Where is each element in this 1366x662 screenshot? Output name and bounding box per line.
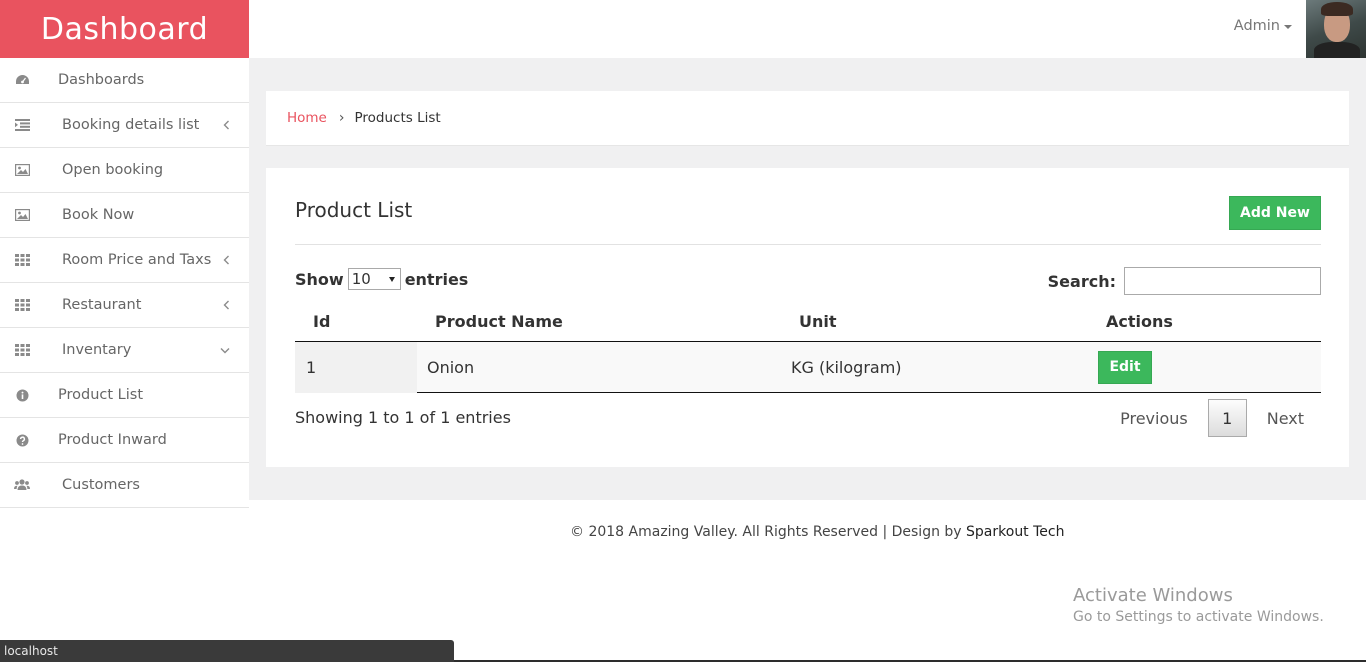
add-new-button[interactable]: Add New (1229, 196, 1321, 230)
product-list-card: Product List Add New Show 10 entries Sea… (266, 168, 1349, 467)
column-header-actions: Actions (1106, 312, 1173, 331)
sidebar-item-inventary[interactable]: Inventary (0, 328, 249, 373)
sidebar-item-product-inward[interactable]: Product Inward (0, 418, 249, 463)
edit-button[interactable]: Edit (1098, 350, 1152, 384)
sidebar-item-customers[interactable]: Customers (0, 463, 249, 508)
column-header-product-name[interactable]: Product Name (417, 312, 781, 331)
cell-product-name: Onion (427, 357, 475, 377)
chevron-down-icon (219, 343, 231, 357)
sidebar-item-booking-details-list[interactable]: Booking details list (0, 103, 249, 148)
sidebar-item-product-list[interactable]: Product List (0, 373, 249, 418)
pagination: Previous 1 Next (1100, 399, 1321, 437)
sidebar-item-label: Product List (58, 387, 144, 403)
user-menu-label: Admin (1233, 18, 1280, 34)
chevron-left-icon (221, 253, 231, 267)
footer-link[interactable]: Sparkout Tech (966, 524, 1064, 540)
previous-page-button[interactable]: Previous (1100, 401, 1208, 436)
main-content: Home › Products List Product List Add Ne… (249, 58, 1366, 500)
footer-text: © 2018 Amazing Valley. All Rights Reserv… (570, 524, 967, 540)
status-bar-url: localhost (0, 640, 454, 662)
dropdown-arrow-icon (388, 277, 395, 282)
image-icon (14, 163, 30, 177)
entries-label: entries (404, 269, 469, 289)
users-icon (14, 478, 30, 492)
search-label: Search: (1047, 271, 1116, 291)
sidebar-item-label: Open booking (62, 162, 164, 178)
sidebar-item-label: Room Price and Taxs (62, 252, 212, 268)
breadcrumb-current: Products List (354, 110, 441, 126)
column-header-id[interactable]: Id (295, 312, 417, 331)
sidebar-item-dashboards[interactable]: Dashboards (0, 58, 249, 103)
products-table: Id Product Name Unit Actions 1 Onion KG … (295, 302, 1321, 393)
sidebar: Dashboard Dashboards Booking details lis… (0, 0, 249, 662)
user-menu-toggle[interactable]: Admin (1234, 18, 1292, 34)
avatar[interactable] (1306, 0, 1366, 58)
breadcrumb: Home › Products List (266, 91, 1349, 146)
sidebar-item-book-now[interactable]: Book Now (0, 193, 249, 238)
table-header: Id Product Name Unit Actions (295, 302, 1321, 342)
sidebar-item-label: Dashboards (58, 72, 145, 88)
entries-select-value: 10 (351, 270, 371, 288)
question-circle-icon (14, 433, 30, 447)
sidebar-item-restaurant[interactable]: Restaurant (0, 283, 249, 328)
sidebar-item-label: Product Inward (58, 432, 167, 448)
cell-actions: Edit (1088, 350, 1321, 384)
footer: © 2018 Amazing Valley. All Rights Reserv… (570, 524, 1064, 540)
breadcrumb-home-link[interactable]: Home (287, 110, 327, 126)
divider (295, 244, 1321, 245)
chevron-left-icon (221, 298, 231, 312)
search-control: Search: (1048, 267, 1321, 295)
grid-icon (14, 343, 30, 357)
image-icon (14, 208, 30, 222)
next-page-button[interactable]: Next (1247, 401, 1321, 436)
chevron-left-icon (221, 118, 231, 132)
brand-title[interactable]: Dashboard (0, 0, 249, 58)
entries-length-control: Show 10 entries (295, 268, 468, 290)
sidebar-item-label: Booking details list (62, 117, 200, 133)
caret-down-icon (1284, 25, 1292, 29)
table-row: 1 Onion KG (kilogram) Edit (295, 341, 1321, 393)
column-header-unit[interactable]: Unit (781, 312, 1088, 331)
info-circle-icon (14, 388, 30, 402)
sidebar-item-label: Restaurant (62, 297, 142, 313)
sidebar-item-label: Book Now (62, 207, 135, 223)
table-info: Showing 1 to 1 of 1 entries (295, 408, 511, 427)
grid-icon (14, 253, 30, 267)
top-bar: Admin (249, 0, 1366, 58)
list-indent-icon (14, 118, 30, 132)
sidebar-item-room-price-and-taxs[interactable]: Room Price and Taxs (0, 238, 249, 283)
cell-unit: KG (kilogram) (791, 357, 902, 377)
entries-select[interactable]: 10 (347, 268, 401, 290)
cell-id: 1 (295, 341, 417, 393)
windows-activation-subtitle: Go to Settings to activate Windows. (1073, 609, 1324, 625)
show-label: Show (295, 269, 344, 289)
search-input[interactable] (1124, 267, 1321, 295)
chevron-right-icon: › (338, 110, 345, 126)
sidebar-item-open-booking[interactable]: Open booking (0, 148, 249, 193)
page-1-button[interactable]: 1 (1207, 399, 1247, 437)
page-title: Product List (295, 198, 413, 222)
sidebar-item-label: Inventary (62, 342, 132, 358)
windows-activation-title: Activate Windows (1073, 585, 1233, 606)
sidebar-item-label: Customers (62, 477, 140, 493)
grid-icon (14, 298, 30, 312)
tachometer-icon (14, 73, 30, 87)
